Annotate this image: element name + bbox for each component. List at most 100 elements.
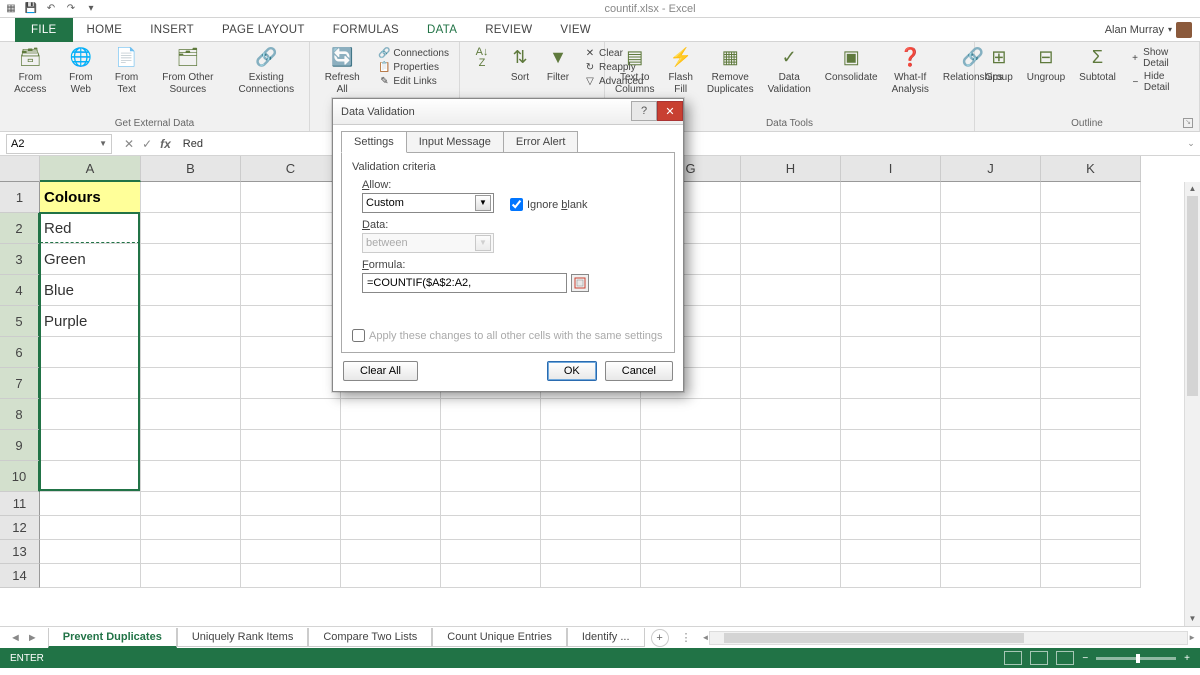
cell-H1[interactable] — [741, 182, 841, 213]
cell-J10[interactable] — [941, 461, 1041, 492]
cell-A5[interactable]: Purple — [40, 306, 141, 337]
cell-F10[interactable] — [541, 461, 641, 492]
cell-C5[interactable] — [241, 306, 341, 337]
scroll-thumb[interactable] — [1187, 196, 1198, 396]
cell-A11[interactable] — [40, 492, 141, 516]
insert-function-icon[interactable]: fx — [160, 137, 171, 151]
row-header-2[interactable]: 2 — [0, 213, 40, 244]
cell-F13[interactable] — [541, 540, 641, 564]
dialog-titlebar[interactable]: Data Validation ? ✕ — [333, 99, 683, 125]
edit-links-button[interactable]: ✎Edit Links — [374, 74, 453, 88]
cell-C2[interactable] — [241, 213, 341, 244]
cell-B10[interactable] — [141, 461, 241, 492]
zoom-slider[interactable] — [1096, 657, 1176, 660]
collapse-dialog-button[interactable] — [571, 274, 589, 292]
expand-formula-bar-icon[interactable]: ⌄ — [1182, 138, 1200, 149]
flash-fill-button[interactable]: ⚡Flash Fill — [662, 44, 698, 98]
cell-H2[interactable] — [741, 213, 841, 244]
name-box-dropdown-icon[interactable]: ▼ — [99, 139, 107, 148]
cell-I1[interactable] — [841, 182, 941, 213]
text-to-columns-button[interactable]: ▤Text to Columns — [609, 44, 660, 98]
row-header-14[interactable]: 14 — [0, 564, 40, 588]
existing-connections-button[interactable]: 🔗Existing Connections — [228, 44, 305, 98]
cell-J3[interactable] — [941, 244, 1041, 275]
dialog-tab-error-alert[interactable]: Error Alert — [503, 131, 579, 153]
sort-button[interactable]: ⇅Sort — [502, 44, 538, 86]
cell-J8[interactable] — [941, 399, 1041, 430]
row-header-11[interactable]: 11 — [0, 492, 40, 516]
apply-all-input[interactable] — [352, 329, 365, 342]
formula-input-field[interactable] — [362, 273, 567, 293]
row-header-5[interactable]: 5 — [0, 306, 40, 337]
cell-K9[interactable] — [1041, 430, 1141, 461]
cell-G8[interactable] — [641, 399, 741, 430]
cell-E9[interactable] — [441, 430, 541, 461]
cell-A13[interactable] — [40, 540, 141, 564]
cell-J2[interactable] — [941, 213, 1041, 244]
page-break-view-icon[interactable] — [1056, 651, 1074, 665]
cell-K7[interactable] — [1041, 368, 1141, 399]
column-header-H[interactable]: H — [741, 156, 841, 182]
cell-K11[interactable] — [1041, 492, 1141, 516]
column-header-B[interactable]: B — [141, 156, 241, 182]
row-header-13[interactable]: 13 — [0, 540, 40, 564]
cell-J9[interactable] — [941, 430, 1041, 461]
cell-D9[interactable] — [341, 430, 441, 461]
cell-A14[interactable] — [40, 564, 141, 588]
cell-I12[interactable] — [841, 516, 941, 540]
cell-K1[interactable] — [1041, 182, 1141, 213]
cell-C13[interactable] — [241, 540, 341, 564]
cell-I9[interactable] — [841, 430, 941, 461]
column-header-A[interactable]: A — [40, 156, 141, 182]
horizontal-scrollbar[interactable] — [709, 631, 1188, 645]
clear-all-button[interactable]: Clear All — [343, 361, 418, 381]
refresh-all-button[interactable]: 🔄Refresh All — [314, 44, 370, 98]
cell-J13[interactable] — [941, 540, 1041, 564]
row-header-10[interactable]: 10 — [0, 461, 40, 492]
qat-more-icon[interactable]: ▾ — [84, 2, 98, 16]
tab-review[interactable]: REVIEW — [471, 18, 546, 42]
cell-J1[interactable] — [941, 182, 1041, 213]
ignore-blank-checkbox[interactable]: Ignore blank — [510, 198, 588, 211]
cell-G14[interactable] — [641, 564, 741, 588]
cell-C6[interactable] — [241, 337, 341, 368]
cell-E11[interactable] — [441, 492, 541, 516]
tab-insert[interactable]: INSERT — [136, 18, 208, 42]
sort-az-button[interactable]: A↓Z — [464, 44, 500, 72]
row-header-1[interactable]: 1 — [0, 182, 40, 213]
cell-K8[interactable] — [1041, 399, 1141, 430]
cell-A7[interactable] — [40, 368, 141, 399]
cell-B4[interactable] — [141, 275, 241, 306]
sheet-menu-icon[interactable]: ⋮ — [675, 631, 698, 644]
cell-G9[interactable] — [641, 430, 741, 461]
cell-A2[interactable]: Red — [40, 213, 141, 244]
row-header-8[interactable]: 8 — [0, 399, 40, 430]
column-header-J[interactable]: J — [941, 156, 1041, 182]
cell-K13[interactable] — [1041, 540, 1141, 564]
cell-J14[interactable] — [941, 564, 1041, 588]
cell-B6[interactable] — [141, 337, 241, 368]
cell-B14[interactable] — [141, 564, 241, 588]
cell-K10[interactable] — [1041, 461, 1141, 492]
cancel-button[interactable]: Cancel — [605, 361, 673, 381]
cell-B9[interactable] — [141, 430, 241, 461]
cell-B5[interactable] — [141, 306, 241, 337]
cell-E8[interactable] — [441, 399, 541, 430]
cell-H12[interactable] — [741, 516, 841, 540]
cell-B13[interactable] — [141, 540, 241, 564]
cell-F9[interactable] — [541, 430, 641, 461]
cell-D13[interactable] — [341, 540, 441, 564]
normal-view-icon[interactable] — [1004, 651, 1022, 665]
redo-icon[interactable]: ↷ — [64, 2, 78, 16]
row-header-9[interactable]: 9 — [0, 430, 40, 461]
cell-H9[interactable] — [741, 430, 841, 461]
zoom-in-icon[interactable]: + — [1184, 653, 1190, 664]
properties-button[interactable]: 📋Properties — [374, 60, 453, 74]
cell-K2[interactable] — [1041, 213, 1141, 244]
cell-H11[interactable] — [741, 492, 841, 516]
from-other-sources-button[interactable]: 🗂From Other Sources — [150, 44, 225, 98]
from-access-button[interactable]: 🗃From Access — [4, 44, 57, 98]
cell-J4[interactable] — [941, 275, 1041, 306]
cell-A6[interactable] — [40, 337, 141, 368]
cell-G13[interactable] — [641, 540, 741, 564]
